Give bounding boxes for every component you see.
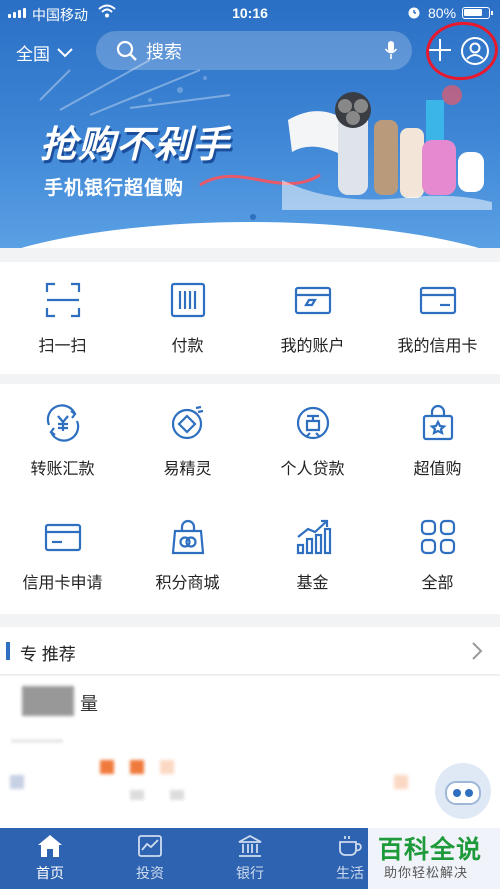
search-placeholder: 搜索 xyxy=(146,41,182,62)
microphone-icon[interactable] xyxy=(384,40,398,65)
points-mall-icon xyxy=(171,519,204,555)
region-label: 全国 xyxy=(16,45,50,64)
loan-icon xyxy=(296,406,329,440)
recommend-title: 专 推荐 xyxy=(20,645,76,664)
service-label: 超值购 xyxy=(413,461,462,478)
quick-action-pay[interactable]: 付款 xyxy=(125,262,250,374)
service-value-shop[interactable]: 超值购 xyxy=(375,384,500,498)
service-label: 全部 xyxy=(421,575,454,592)
quick-actions-panel: 扫一扫 付款 我的账户 我的信用卡 xyxy=(0,262,500,374)
plus-icon xyxy=(429,39,451,61)
quick-action-label: 我的信用卡 xyxy=(397,338,478,355)
tab-home[interactable]: 首页 xyxy=(0,828,100,889)
quick-action-account[interactable]: 我的账户 xyxy=(250,262,375,374)
status-bar: 中国移动 10:16 80% xyxy=(0,0,500,26)
watermark-subtitle: 助你轻松解决 xyxy=(384,865,469,880)
transfer-icon xyxy=(46,404,79,442)
life-cup-icon xyxy=(339,836,362,856)
search-icon xyxy=(116,40,138,62)
service-sprite[interactable]: 易精灵 xyxy=(125,384,250,498)
recommend-accent-bar xyxy=(6,642,10,660)
fund-chart-icon xyxy=(296,519,331,555)
service-label: 积分商城 xyxy=(155,575,220,592)
tab-label: 首页 xyxy=(36,865,64,881)
sprite-icon xyxy=(171,405,203,440)
tab-invest[interactable]: 投资 xyxy=(100,828,200,889)
service-points-mall[interactable]: 积分商城 xyxy=(125,498,250,612)
quick-action-label: 付款 xyxy=(171,338,204,355)
user-profile-button[interactable] xyxy=(460,36,490,66)
chevron-down-icon xyxy=(57,47,73,57)
scan-icon xyxy=(45,282,80,318)
redacted-block xyxy=(10,775,24,789)
battery-icon xyxy=(462,7,493,19)
banner-page-indicator[interactable] xyxy=(250,214,256,220)
service-all[interactable]: 全部 xyxy=(375,498,500,612)
redacted-block xyxy=(130,790,144,800)
tab-label: 银行 xyxy=(236,865,264,881)
account-card-icon xyxy=(294,286,331,315)
redacted-block xyxy=(170,790,184,800)
user-icon xyxy=(461,37,489,65)
service-transfer[interactable]: 转账汇款 xyxy=(0,384,125,498)
redacted-block xyxy=(130,760,144,774)
product-illustration[interactable] xyxy=(282,80,492,210)
alarm-icon xyxy=(406,4,422,23)
service-label: 信用卡申请 xyxy=(22,575,103,592)
service-label: 基金 xyxy=(296,575,329,592)
region-selector[interactable]: 全国 xyxy=(16,40,74,65)
redacted-block xyxy=(22,686,74,716)
search-bar[interactable]: 搜索 xyxy=(96,31,412,70)
chevron-right-icon[interactable] xyxy=(470,641,484,661)
bank-icon xyxy=(238,834,262,857)
recommend-list[interactable] xyxy=(0,676,500,828)
invest-chart-icon xyxy=(138,835,162,857)
watermark-title: 百科全说 xyxy=(378,836,483,864)
service-label: 易精灵 xyxy=(163,461,212,478)
redacted-block xyxy=(394,775,408,789)
card-apply-icon xyxy=(44,523,81,552)
service-card-apply[interactable]: 信用卡申请 xyxy=(0,498,125,612)
banner-title[interactable]: 抢购不剁手 xyxy=(40,114,230,168)
shopping-bag-icon xyxy=(422,404,453,441)
battery-percent: 80% xyxy=(428,5,457,21)
service-fund[interactable]: 基金 xyxy=(250,498,375,612)
add-button[interactable] xyxy=(428,37,452,63)
banner-subtitle: 手机银行超值购 xyxy=(44,178,185,199)
quick-action-label: 扫一扫 xyxy=(38,338,87,355)
redacted-block xyxy=(12,740,62,754)
quick-action-label: 我的账户 xyxy=(280,338,345,355)
quick-action-credit-card[interactable]: 我的信用卡 xyxy=(375,262,500,374)
barcode-icon xyxy=(170,282,205,318)
home-icon xyxy=(38,835,62,857)
recommend-item-text: 量 xyxy=(80,694,98,714)
status-time: 10:16 xyxy=(232,5,268,21)
tab-bank[interactable]: 银行 xyxy=(200,828,300,889)
service-label: 转账汇款 xyxy=(30,461,95,478)
credit-card-icon xyxy=(419,286,456,315)
redacted-block xyxy=(100,760,114,774)
tab-label: 生活 xyxy=(336,865,364,881)
quick-action-scan[interactable]: 扫一扫 xyxy=(0,262,125,374)
tab-label: 投资 xyxy=(136,865,164,881)
services-panel: 转账汇款 易精灵 个人贷款 超值购 信用卡申请 积分商城 基金 全部 xyxy=(0,384,500,614)
all-grid-icon xyxy=(420,519,455,555)
service-label: 个人贷款 xyxy=(280,461,345,478)
mascot-icon[interactable] xyxy=(432,760,494,822)
redacted-block xyxy=(160,760,174,774)
service-loan[interactable]: 个人贷款 xyxy=(250,384,375,498)
